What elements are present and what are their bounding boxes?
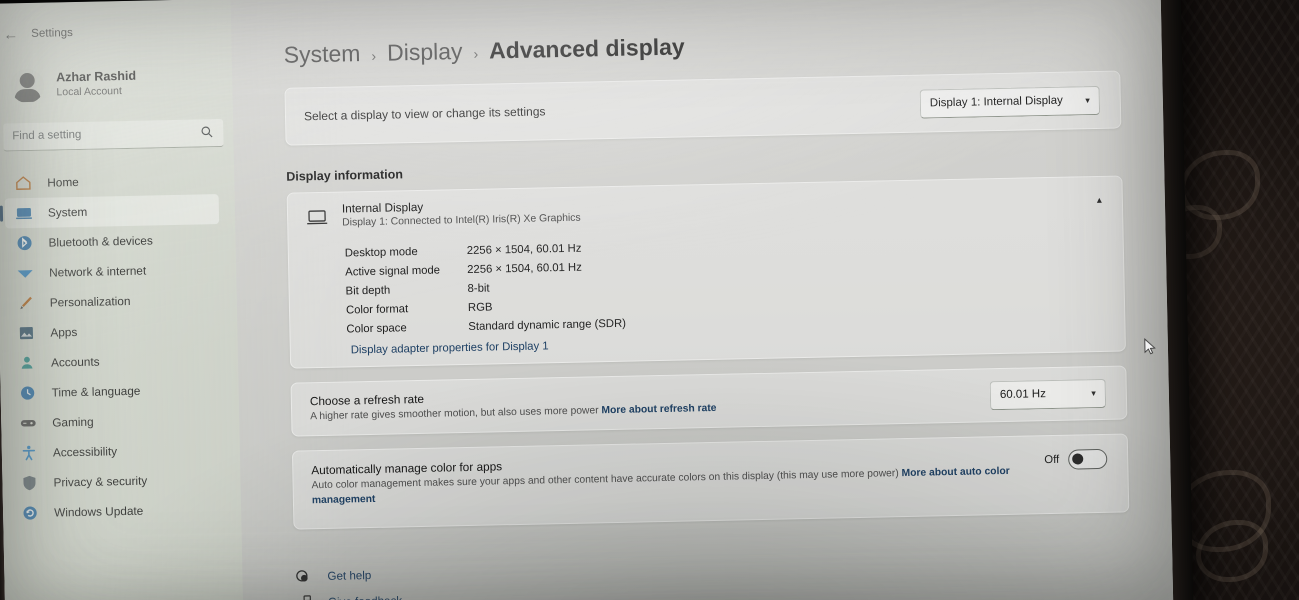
info-key: Color format <box>345 302 409 316</box>
settings-app-window: ← Settings Azhar Rashid Local Account Fi… <box>0 0 1174 600</box>
accounts-person-icon <box>18 354 36 372</box>
sidebar-item-home[interactable]: Home <box>4 164 219 198</box>
account-type: Local Account <box>56 85 122 99</box>
breadcrumb-separator-icon: › <box>473 45 479 62</box>
clock-globe-icon <box>18 384 36 402</box>
breadcrumb-item-system[interactable]: System <box>283 40 360 69</box>
photo-scene: ← Settings Azhar Rashid Local Account Fi… <box>0 0 1299 600</box>
title-bar: ← Settings <box>0 0 232 54</box>
auto-color-toggle[interactable] <box>1068 448 1108 470</box>
sidebar-item-accessibility[interactable]: Accessibility <box>10 434 225 468</box>
app-title: Settings <box>31 27 73 40</box>
auto-color-card: Automatically manage color for apps Auto… <box>291 433 1130 530</box>
sidebar-item-label: Privacy & security <box>53 473 148 490</box>
account-tile[interactable]: Azhar Rashid Local Account <box>0 49 233 114</box>
display-select-value: Display 1: Internal Display <box>929 94 1063 110</box>
help-question-icon <box>296 569 308 582</box>
select-display-label: Select a display to view or change its s… <box>303 104 546 124</box>
laptop-screen: ← Settings Azhar Rashid Local Account Fi… <box>0 0 1174 600</box>
monitor-icon <box>307 209 328 224</box>
user-avatar-icon <box>9 68 45 104</box>
refresh-rate-card: Choose a refresh rate A higher rate give… <box>290 365 1128 437</box>
info-key: Bit depth <box>345 284 391 297</box>
apps-icon <box>17 324 35 342</box>
info-value: 2256 × 1504, 60.01 Hz <box>466 242 582 257</box>
page-title: Advanced display <box>488 33 685 64</box>
back-arrow-icon[interactable]: ← <box>3 26 18 43</box>
chevron-down-icon: ▾ <box>1085 94 1090 105</box>
chevron-up-icon[interactable]: ▴ <box>1097 195 1102 206</box>
sidebar-item-apps[interactable]: Apps <box>7 314 222 348</box>
toggle-knob <box>1072 452 1084 465</box>
info-value: 8-bit <box>467 282 490 295</box>
sidebar-item-label: Apps <box>50 325 78 340</box>
sidebar-item-accounts[interactable]: Accounts <box>8 344 223 378</box>
sidebar-item-system[interactable]: System <box>4 194 220 229</box>
search-input[interactable]: Find a setting <box>12 122 82 150</box>
sidebar-item-windows-update[interactable]: Windows Update <box>11 494 226 528</box>
sidebar-item-label: Gaming <box>52 414 94 430</box>
account-name: Azhar Rashid <box>56 69 137 85</box>
sidebar-item-label: Personalization <box>49 293 131 310</box>
sidebar-item-label: Time & language <box>51 383 141 400</box>
sidebar-item-bluetooth-devices[interactable]: Bluetooth & devices <box>5 224 220 258</box>
footer-link-label: Get help <box>327 568 372 583</box>
info-value: 2256 × 1504, 60.01 Hz <box>467 261 582 276</box>
sidebar-item-label: Accessibility <box>52 444 118 460</box>
sidebar-item-label: System <box>47 204 88 220</box>
gamepad-icon <box>19 414 37 432</box>
footer-links: Get help Give feedback <box>294 546 1173 600</box>
info-value: Standard dynamic range (SDR) <box>468 317 627 333</box>
main-content: System › Display › Advanced display Sele… <box>231 0 1174 600</box>
sidebar-item-personalization[interactable]: Personalization <box>6 284 221 318</box>
search-icon <box>201 126 213 138</box>
chevron-down-icon: ▾ <box>1091 387 1096 398</box>
bluetooth-icon <box>15 234 33 252</box>
info-key: Active signal mode <box>345 264 441 278</box>
refresh-rate-dropdown[interactable]: 60.01 Hz ▾ <box>989 378 1107 410</box>
home-icon <box>14 174 32 192</box>
auto-color-toggle-group[interactable]: Off <box>1044 446 1108 470</box>
laptop-device: ← Settings Azhar Rashid Local Account Fi… <box>0 0 1194 600</box>
display-select-dropdown[interactable]: Display 1: Internal Display ▾ <box>919 85 1101 119</box>
feedback-person-icon <box>303 594 311 600</box>
accessibility-person-icon <box>20 444 38 462</box>
sidebar-item-label: Accounts <box>50 354 100 370</box>
info-key: Color space <box>346 321 407 335</box>
breadcrumb: System › Display › Advanced display <box>231 0 1162 70</box>
footer-link-label: Give feedback <box>328 594 402 600</box>
breadcrumb-item-display[interactable]: Display <box>387 38 463 67</box>
sidebar-item-label: Home <box>47 174 79 190</box>
select-display-card: Select a display to view or change its s… <box>284 70 1122 146</box>
sidebar-item-time-language[interactable]: Time & language <box>8 374 223 408</box>
refresh-rate-text: Choose a refresh rate A higher rate give… <box>310 385 717 425</box>
display-information-card: Internal Display Display 1: Connected to… <box>286 175 1127 369</box>
more-about-refresh-rate-link[interactable]: More about refresh rate <box>601 403 716 416</box>
breadcrumb-separator-icon: › <box>371 47 377 64</box>
sidebar-item-label: Windows Update <box>53 503 144 520</box>
refresh-rate-value: 60.01 Hz <box>999 388 1047 402</box>
sidebar-nav: Home System Bluetooth & devices Network … <box>0 164 241 529</box>
sidebar-item-privacy-security[interactable]: Privacy & security <box>10 464 225 498</box>
toggle-state-label: Off <box>1044 453 1060 467</box>
auto-color-text: Automatically manage color for apps Auto… <box>311 448 1012 509</box>
mouse-pointer-icon <box>1144 338 1156 355</box>
shield-icon <box>20 474 38 492</box>
sidebar-item-network-internet[interactable]: Network & internet <box>6 254 221 288</box>
info-value: RGB <box>467 300 493 314</box>
display-information-table: Desktop mode 2256 × 1504, 60.01 Hz Activ… <box>289 223 1125 367</box>
network-icon <box>16 264 34 282</box>
system-monitor-icon <box>15 204 33 222</box>
sidebar: ← Settings Azhar Rashid Local Account Fi… <box>0 0 244 600</box>
sidebar-item-label: Network & internet <box>49 263 147 280</box>
update-refresh-icon <box>21 504 39 522</box>
sidebar-item-label: Bluetooth & devices <box>48 233 153 250</box>
search-box[interactable]: Find a setting <box>3 118 224 152</box>
personalization-brush-icon <box>17 294 35 312</box>
info-key: Desktop mode <box>344 245 418 260</box>
sidebar-item-gaming[interactable]: Gaming <box>9 404 224 438</box>
